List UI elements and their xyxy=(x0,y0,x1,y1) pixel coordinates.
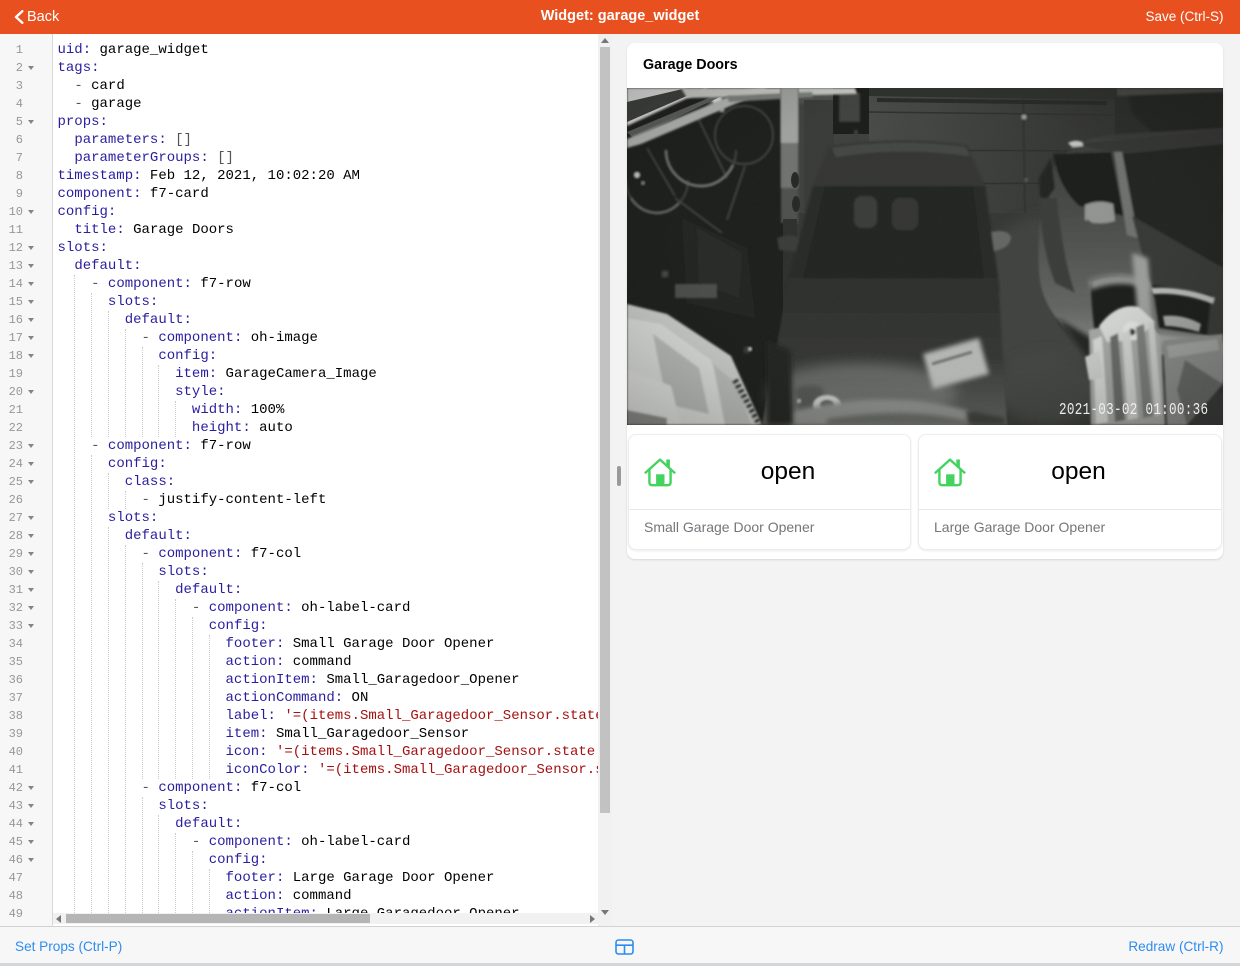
svg-text:2021-03-02 01:00:36: 2021-03-02 01:00:36 xyxy=(1059,402,1208,420)
